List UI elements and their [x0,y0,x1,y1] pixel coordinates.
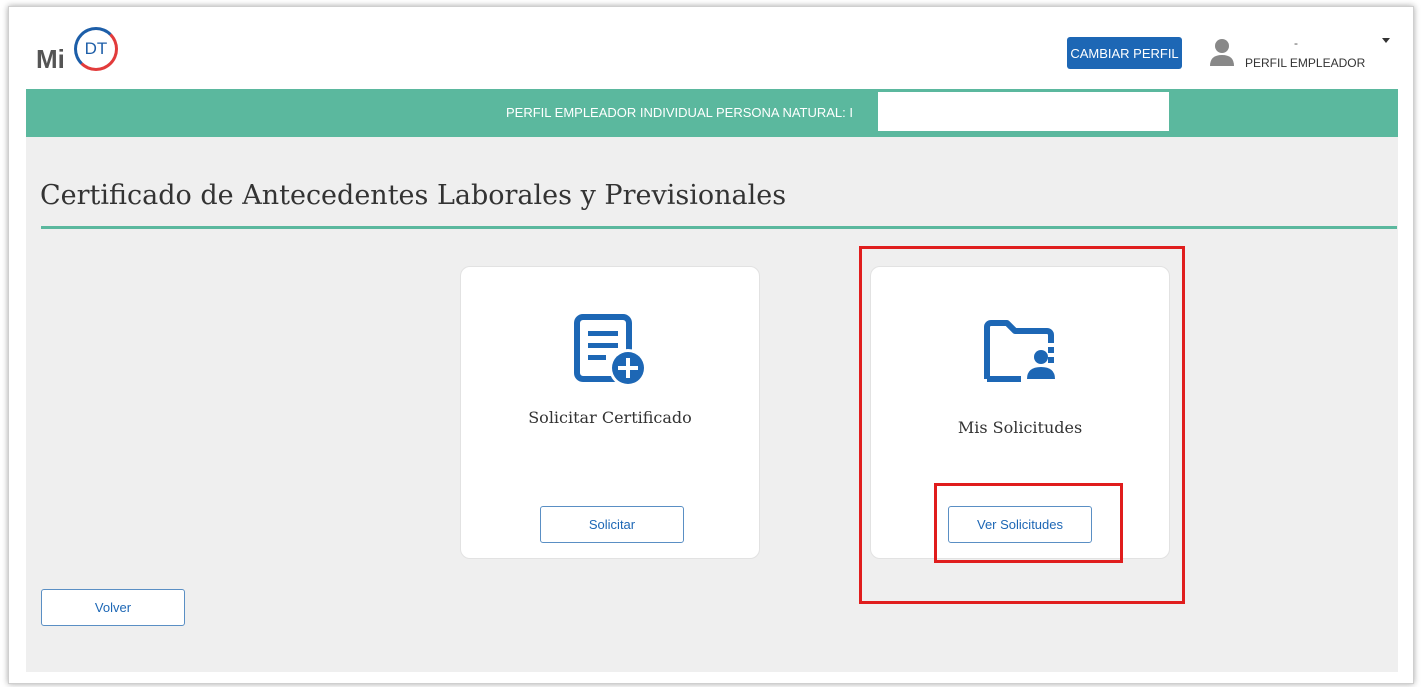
redaction-box [878,92,1169,131]
top-header: Mi DT CAMBIAR PERFIL - PERFIL EMPLEADOR [26,22,1398,88]
user-role-label[interactable]: PERFIL EMPLEADOR [1245,56,1365,70]
profile-banner: PERFIL EMPLEADOR INDIVIDUAL PERSONA NATU… [26,89,1398,137]
user-name: - [1294,36,1298,50]
card-solicitar-certificado: Solicitar Certificado Solicitar [460,266,760,559]
card-title: Solicitar Certificado [528,408,692,427]
logo-dt-icon: DT [74,27,118,71]
change-profile-button[interactable]: CAMBIAR PERFIL [1067,37,1182,69]
logo-dt-text: DT [84,39,108,58]
page-title: Certificado de Antecedentes Laborales y … [40,180,787,211]
title-divider [41,226,1397,229]
main-content: Certificado de Antecedentes Laborales y … [26,137,1398,672]
chevron-down-icon[interactable] [1382,38,1390,43]
profile-banner-text: PERFIL EMPLEADOR INDIVIDUAL PERSONA NATU… [506,105,853,120]
highlight-box-button [934,483,1123,563]
solicitar-button[interactable]: Solicitar [540,506,684,543]
logo-mi-text: Mi [36,44,65,74]
volver-button[interactable]: Volver [41,589,185,626]
user-avatar-icon[interactable] [1209,37,1235,67]
document-plus-icon [574,314,647,387]
